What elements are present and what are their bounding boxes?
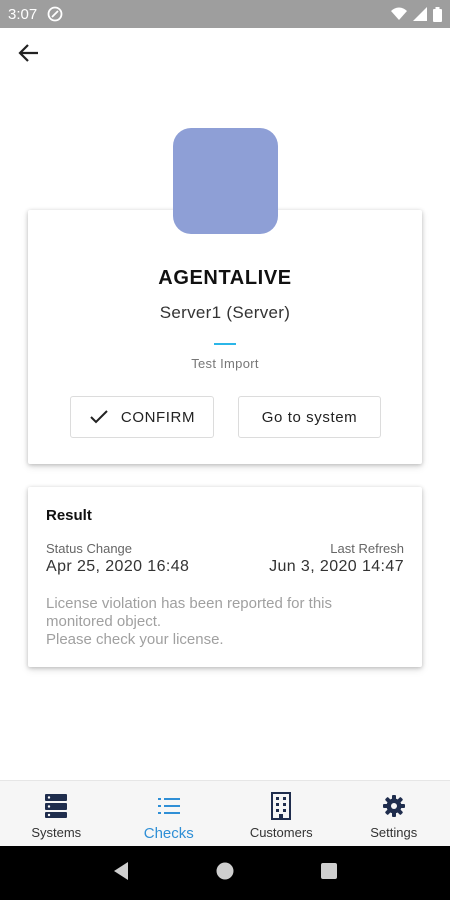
nav-item-settings[interactable]: Settings [338, 781, 450, 846]
confirm-label: CONFIRM [120, 408, 196, 426]
battery-icon [433, 6, 442, 22]
agent-subtitle: Server1 (Server) [159, 303, 291, 322]
server-icon [44, 793, 68, 819]
result-message: License violation has been reported for … [46, 595, 406, 649]
nav-item-checks[interactable]: Checks [113, 781, 226, 846]
status-time: 3:07 [8, 5, 38, 23]
result-card: Result Status Change Apr 25, 2020 16:48 … [28, 487, 422, 667]
bottom-nav: Systems Checks Customers Settings [0, 780, 450, 846]
building-icon [270, 792, 292, 820]
import-label: Test Import [191, 356, 259, 371]
notification-icon [47, 6, 63, 22]
last-refresh-label: Last Refresh [330, 541, 404, 556]
list-icon [157, 793, 181, 819]
agent-card: AGENTALIVE Server1 (Server) Test Import … [28, 210, 422, 464]
last-refresh-value: Jun 3, 2020 14:47 [269, 558, 404, 575]
back-triangle-icon[interactable] [112, 861, 130, 886]
go-to-system-label: Go to system [261, 408, 358, 426]
status-bar: 3:07 [0, 0, 450, 28]
arrow-left-icon [18, 42, 40, 69]
home-circle-icon[interactable] [215, 861, 235, 886]
confirm-button[interactable]: CONFIRM [70, 396, 214, 438]
signal-icon [413, 7, 427, 21]
result-message-line: License violation has been reported for … [46, 595, 333, 612]
nav-label-customers: Customers [249, 825, 313, 840]
status-change-label: Status Change [46, 541, 133, 556]
agent-title: AGENTALIVE [158, 267, 292, 289]
nav-label-settings: Settings [370, 825, 418, 840]
status-change-value: Apr 25, 2020 16:48 [46, 558, 190, 575]
nav-label-systems: Systems [31, 825, 82, 840]
accent-divider [214, 343, 236, 345]
result-title: Result [46, 507, 92, 524]
nav-item-systems[interactable]: Systems [0, 781, 113, 846]
wifi-icon [391, 7, 407, 21]
recents-square-icon[interactable] [320, 862, 338, 885]
back-button[interactable] [14, 40, 44, 70]
result-message-line: Please check your license. [46, 631, 224, 648]
system-nav-bar [0, 846, 450, 900]
result-message-line: monitored object. [46, 613, 162, 630]
nav-item-customers[interactable]: Customers [225, 781, 338, 846]
check-icon [89, 409, 109, 425]
gear-icon [382, 793, 406, 819]
nav-label-checks: Checks [143, 825, 194, 842]
agent-avatar [173, 128, 278, 234]
go-to-system-button[interactable]: Go to system [238, 396, 381, 438]
